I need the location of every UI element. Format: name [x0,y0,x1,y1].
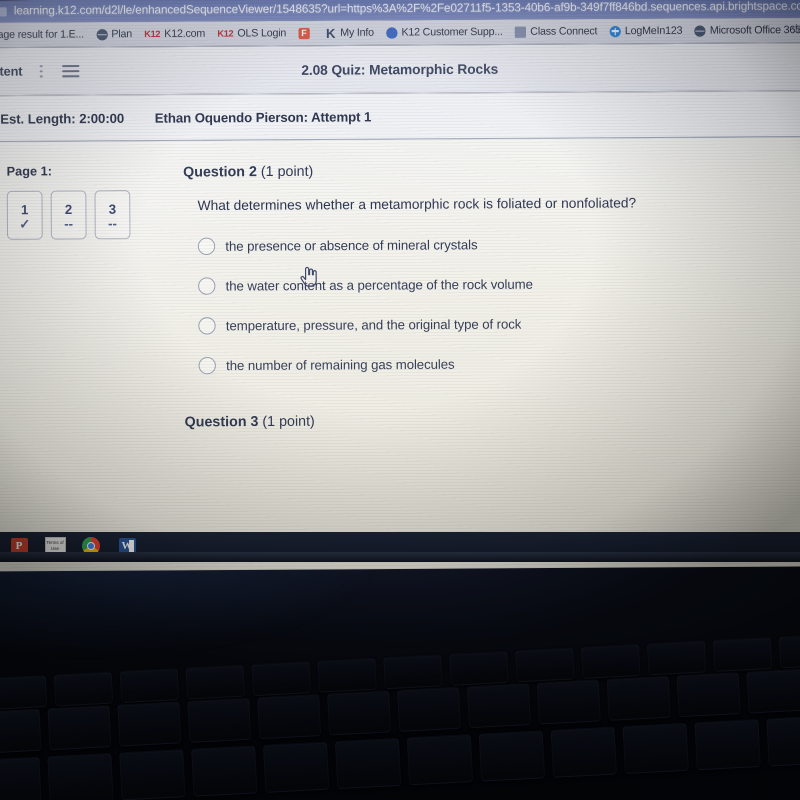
bookmark-item-plan[interactable]: Plan [90,24,138,45]
next-question-number: Question 3 [184,412,259,430]
bookmark-label: OLS Login [237,27,287,40]
globe-icon [694,24,706,37]
answer-label: the water content as a percentage of the… [225,276,533,294]
square-icon [514,26,527,38]
bookmark-item-microsoft-office-365[interactable]: Microsoft Office 365 [688,20,800,41]
screen-bezel [0,552,800,562]
radio-button-icon[interactable] [198,356,216,375]
bookmark-label: K12 Customer Supp... [401,25,503,39]
blob-icon [386,26,398,39]
next-question-heading: Question 3 (1 point) [184,410,780,430]
answer-option[interactable]: temperature, pressure, and the original … [198,314,778,335]
question-navigation-panel: Page 1: 1 ✓ 2 -- 3 -- [0,163,173,571]
question-nav-button-3[interactable]: 3 -- [94,190,131,240]
quiz-content-area: Page 1: 1 ✓ 2 -- 3 -- Question 2 (1 poin… [0,137,800,572]
bookmark-label: age result for 1.E... [0,28,84,42]
bookmark-label: Microsoft Office 365 [709,23,800,37]
laptop-keyboard [0,556,800,800]
estimated-length-label: Est. Length: 2:00:00 [0,110,125,127]
bookmark-item-f[interactable]: F [292,23,320,44]
globe-icon [96,28,108,40]
address-bar-url: learning.k12.com/d2l/le/enhancedSequence… [13,0,800,18]
bookmark-item-k12com[interactable]: K12 K12.com [138,23,211,44]
bookmark-item-image-result[interactable]: age result for 1.E... [0,24,90,45]
bookmark-label: Plan [111,27,133,41]
plus-circle-icon [609,25,621,37]
bookmark-label: K12.com [164,27,206,40]
next-question-points: (1 point) [262,412,315,430]
bookmark-label: My Info [340,26,374,39]
radio-button-icon[interactable] [198,277,216,295]
answer-option[interactable]: the number of remaining gas molecules [198,353,779,375]
bookmark-item-logmein123[interactable]: LogMeIn123 [603,20,688,41]
question-nav-number: 3 [108,200,117,217]
radio-button-icon[interactable] [198,317,216,335]
attempt-label: Ethan Oquendo Pierson: Attempt 1 [154,108,372,126]
page-label: Page 1: [6,164,53,179]
question-number: Question 2 [183,162,257,180]
question-nav-number: 1 [20,201,29,217]
bookmark-star-icon[interactable]: ☆ [790,21,800,36]
question-points: (1 point) [260,162,314,180]
question-nav-button-1[interactable]: 1 ✓ [6,190,43,240]
question-text: What determines whether a metamorphic ro… [197,195,637,214]
page-title: 2.08 Quiz: Metamorphic Rocks [301,60,499,78]
answer-label: temperature, pressure, and the original … [225,316,522,334]
bookmark-item-my-info[interactable]: K My Info [320,22,380,43]
unanswered-icon: -- [64,215,74,231]
question-nav-number: 2 [64,201,73,217]
answer-label: the number of remaining gas molecules [226,356,455,374]
unanswered-icon: -- [108,215,117,231]
question-number-buttons: 1 ✓ 2 -- 3 -- [6,190,172,240]
check-icon: ✓ [19,215,31,232]
bookmark-item-class-connect[interactable]: Class Connect [509,21,604,42]
bookmark-label: Class Connect [530,25,598,38]
question-block: Question 2 (1 point) What determines whe… [171,159,800,571]
question-nav-button-2[interactable]: 2 -- [50,190,87,240]
laptop-screen: learning.k12.com/d2l/le/enhancedSequence… [0,0,800,572]
k-logo-icon: K [325,25,336,41]
f-icon: F [298,27,310,39]
answer-option[interactable]: the water content as a percentage of the… [198,274,778,295]
k12-icon: K12 [144,28,161,39]
k12-icon: K12 [217,27,234,39]
quiz-info-bar: Est. Length: 2:00:00 Ethan Oquendo Piers… [0,91,800,143]
answer-label: the presence or absence of mineral cryst… [225,236,478,254]
radio-button-icon[interactable] [197,237,216,256]
page-favicon-icon [0,6,7,17]
bookmark-label: LogMeIn123 [624,24,683,38]
answer-option[interactable]: the presence or absence of mineral cryst… [197,234,778,256]
answer-options-list: the presence or absence of mineral cryst… [197,234,779,375]
bookmark-item-k12-customer-support[interactable]: K12 Customer Supp... [380,22,509,43]
bookmark-item-ols-login[interactable]: K12 OLS Login [211,23,292,44]
question-heading: Question 2 (1 point) [183,160,778,180]
course-app-header: ntent 2.08 Quiz: Metamorphic Rocks [0,43,800,97]
laptop-photo: learning.k12.com/d2l/le/enhancedSequence… [0,0,800,800]
